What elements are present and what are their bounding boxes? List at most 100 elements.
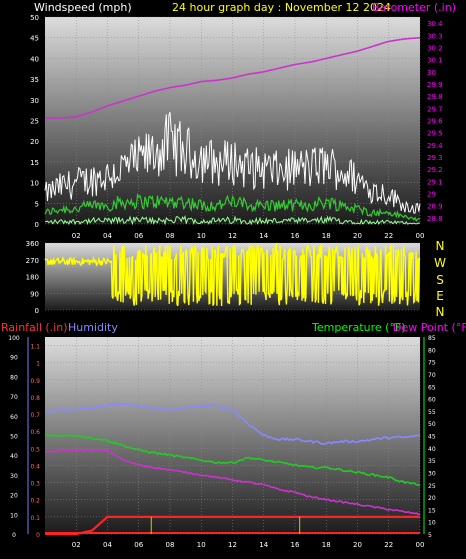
weather-x-tick-label: 14 bbox=[259, 541, 268, 549]
barometer-tick-label: 30 bbox=[427, 69, 436, 77]
barometer-tick-label: 29.6 bbox=[427, 118, 443, 126]
rain-tick-label: 0.6 bbox=[30, 429, 40, 436]
wind-tick-label: 25 bbox=[30, 118, 39, 126]
weather-plot-background bbox=[45, 337, 420, 534]
weather-x-tick-label: 12 bbox=[228, 541, 237, 549]
barometer-tick-label: 30.4 bbox=[427, 20, 443, 28]
barometer-tick-label: 29.4 bbox=[427, 142, 443, 150]
barometer-tick-label: 28.8 bbox=[427, 215, 443, 223]
barometer-tick-label: 29.5 bbox=[427, 130, 443, 138]
wind-tick-label: 5 bbox=[35, 200, 39, 208]
direction-tick-label: 90 bbox=[30, 290, 39, 298]
direction-tick-label: 360 bbox=[26, 240, 39, 248]
humidity-tick-label: 30 bbox=[10, 473, 18, 480]
temperature-axis-title: Temperature (°F) bbox=[311, 321, 406, 334]
humidity-tick-label: 0 bbox=[12, 532, 16, 539]
barometer-axis-title: Barometer (.in) bbox=[372, 1, 456, 14]
weather-x-tick-label: 16 bbox=[291, 541, 300, 549]
humidity-tick-label: 70 bbox=[10, 394, 18, 401]
rain-tick-label: 1.1 bbox=[30, 344, 40, 351]
temperature-tick-label: 65 bbox=[428, 384, 436, 391]
rain-tick-label: 0.4 bbox=[30, 463, 40, 470]
weather-x-tick-label: 22 bbox=[384, 541, 393, 549]
temperature-tick-label: 25 bbox=[428, 483, 436, 490]
temperature-tick-label: 30 bbox=[428, 470, 436, 477]
wind-x-tick-label: 02 bbox=[72, 232, 81, 240]
weather-x-tick-label: 04 bbox=[103, 541, 112, 549]
humidity-tick-label: 90 bbox=[10, 355, 18, 362]
compass-label-n-bottom: N bbox=[436, 305, 445, 319]
rain-tick-label: 0.1 bbox=[30, 515, 40, 522]
weather-x-tick-label: 10 bbox=[197, 541, 206, 549]
rainfall-axis-title: Rainfall (.in) bbox=[1, 321, 68, 334]
wind-x-tick-label: 06 bbox=[134, 232, 143, 240]
wind-tick-label: 35 bbox=[30, 76, 39, 84]
rain-tick-label: 1 bbox=[36, 361, 40, 368]
temperature-tick-label: 80 bbox=[428, 347, 436, 354]
temperature-tick-label: 35 bbox=[428, 458, 436, 465]
humidity-tick-label: 50 bbox=[10, 434, 18, 441]
direction-tick-label: 180 bbox=[26, 274, 39, 282]
rain-tick-label: 0.7 bbox=[30, 412, 40, 419]
wind-x-tick-label: 04 bbox=[103, 232, 112, 240]
wind-x-tick-label: 10 bbox=[197, 232, 206, 240]
temperature-tick-label: 20 bbox=[428, 495, 436, 502]
wind-tick-label: 10 bbox=[30, 180, 39, 188]
barometer-tick-label: 29.3 bbox=[427, 154, 443, 162]
direction-tick-label: 0 bbox=[35, 307, 39, 315]
rain-tick-label: 0.9 bbox=[30, 378, 40, 385]
weather-x-tick-label: 02 bbox=[72, 541, 81, 549]
wind-tick-label: 30 bbox=[30, 97, 39, 105]
compass-label-e: E bbox=[436, 289, 444, 303]
wind-x-tick-label: 08 bbox=[166, 232, 175, 240]
wind-x-tick-label: 18 bbox=[322, 232, 331, 240]
barometer-tick-label: 30.3 bbox=[427, 32, 443, 40]
barometer-tick-label: 29.1 bbox=[427, 178, 443, 186]
humidity-axis-title: Humidity bbox=[68, 321, 118, 334]
weather-x-tick-label: 08 bbox=[166, 541, 175, 549]
rain-tick-label: 0.2 bbox=[30, 498, 40, 505]
compass-label-n-top: N bbox=[436, 239, 445, 253]
weather-x-tick-label: 18 bbox=[322, 541, 331, 549]
wind-x-tick-label: 16 bbox=[291, 232, 300, 240]
weather-x-tick-label: 00 bbox=[416, 541, 425, 549]
temperature-tick-label: 40 bbox=[428, 446, 436, 453]
barometer-tick-label: 29.9 bbox=[427, 81, 443, 89]
humidity-tick-label: 10 bbox=[10, 512, 18, 519]
barometer-tick-label: 29.7 bbox=[427, 105, 443, 113]
wind-tick-label: 15 bbox=[30, 159, 39, 167]
wind-x-tick-label: 00 bbox=[416, 232, 425, 240]
direction-tick-label: 270 bbox=[26, 257, 39, 265]
barometer-tick-label: 30.1 bbox=[427, 57, 443, 65]
dewpoint-axis-title: Dew Point (°F) bbox=[393, 321, 466, 334]
compass-label-s: S bbox=[436, 273, 444, 287]
temperature-tick-label: 60 bbox=[428, 397, 436, 404]
humidity-tick-label: 20 bbox=[10, 493, 18, 500]
rain-tick-label: 0 bbox=[36, 532, 40, 539]
chart-title: 24 hour graph day : November 12 2024 bbox=[172, 1, 391, 14]
temperature-tick-label: 10 bbox=[428, 520, 436, 527]
weather-graph-page: Windspeed (mph) 24 hour graph day : Nove… bbox=[0, 0, 466, 555]
temperature-tick-label: 75 bbox=[428, 360, 436, 367]
rain-tick-label: 0.8 bbox=[30, 395, 40, 402]
barometer-tick-label: 29 bbox=[427, 191, 436, 199]
wind-tick-label: 40 bbox=[30, 55, 39, 63]
temperature-tick-label: 85 bbox=[428, 335, 436, 342]
wind-tick-label: 0 bbox=[35, 221, 39, 229]
wind-tick-label: 50 bbox=[30, 14, 39, 22]
temperature-tick-label: 50 bbox=[428, 421, 436, 428]
wind-tick-label: 20 bbox=[30, 138, 39, 146]
wind-axis-title: Windspeed (mph) bbox=[34, 1, 132, 14]
rain-tick-label: 0.3 bbox=[30, 481, 40, 488]
barometer-tick-label: 29.8 bbox=[427, 93, 443, 101]
humidity-tick-label: 100 bbox=[8, 335, 20, 342]
wind-tick-label: 45 bbox=[30, 35, 39, 43]
temperature-tick-label: 55 bbox=[428, 409, 436, 416]
barometer-tick-label: 30.2 bbox=[427, 44, 443, 52]
weather-charts: Windspeed (mph) 24 hour graph day : Nove… bbox=[1, 1, 466, 549]
barometer-tick-label: 28.9 bbox=[427, 203, 443, 211]
compass-label-w: W bbox=[434, 256, 446, 270]
wind-x-tick-label: 22 bbox=[384, 232, 393, 240]
humidity-tick-label: 40 bbox=[10, 453, 18, 460]
temperature-tick-label: 45 bbox=[428, 434, 436, 441]
